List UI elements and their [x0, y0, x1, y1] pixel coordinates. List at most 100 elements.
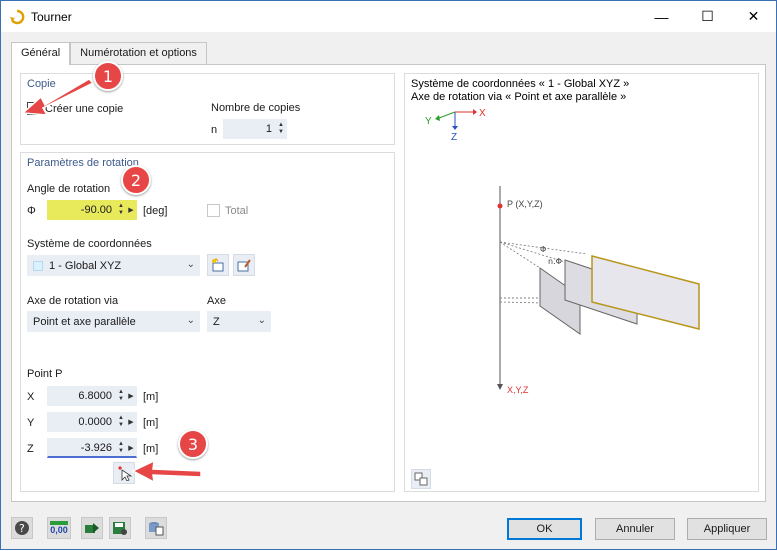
x-value: 6.8000 [78, 390, 112, 402]
y-unit: [m] [143, 417, 159, 429]
z-value: -3.926 [80, 441, 112, 454]
units-icon-text: 0,00 [50, 525, 68, 535]
units-icon: 0,00 [50, 521, 68, 535]
angle-input[interactable]: -90.00 ▲ ▼ ▶ [47, 200, 137, 220]
preview-panel: Système de coordonnées « 1 - Global XYZ … [404, 73, 759, 492]
angle-label: Angle de rotation [27, 183, 111, 195]
model-view-icon [85, 523, 99, 533]
axis-y-label: Y [425, 116, 432, 127]
point-p-marker [497, 203, 503, 209]
nphi-angle-label: n.Φ [548, 257, 562, 266]
axis-label: Axe [207, 295, 226, 307]
cancel-button[interactable]: Annuler [595, 518, 675, 540]
rotate-dialog: Tourner — ☐ ✕ Général Numérotation et op… [0, 0, 777, 550]
preview-diagram: Y X Z P (X,Y,Z) X,Y,Z Φ n.Φ [425, 108, 700, 395]
svg-text:?: ? [19, 522, 25, 535]
phi-symbol: Φ [27, 205, 36, 217]
table-icon [149, 522, 164, 536]
new-coord-system-icon [212, 258, 224, 272]
stepper-arrows-icon[interactable]: ▲ ▼ [116, 413, 126, 431]
table-button[interactable] [145, 517, 167, 539]
angle-unit: [deg] [143, 205, 168, 217]
num-copies-stepper[interactable]: 1 ▲ ▼ [223, 119, 287, 139]
y-value: 0.0000 [78, 416, 112, 428]
stepper-arrows-icon[interactable]: ▲ ▼ [116, 439, 126, 457]
save-settings-button[interactable] [109, 517, 131, 539]
axis-via-value: Point et axe parallèle [33, 315, 136, 328]
arrow-right-icon[interactable]: ▶ [126, 418, 136, 426]
units-button[interactable]: 0,00 [47, 517, 71, 539]
title-bar: Tourner — ☐ ✕ [1, 1, 776, 32]
close-icon: ✕ [747, 8, 760, 24]
preview-toggle-button[interactable] [411, 469, 431, 489]
y-label: Y [27, 417, 35, 429]
copy-group-title: Copie [27, 78, 56, 90]
close-button[interactable]: ✕ [731, 1, 776, 32]
z-unit: [m] [143, 443, 159, 455]
y-input[interactable]: 0.0000 ▲ ▼ ▶ [47, 412, 137, 432]
color-swatch [33, 260, 43, 271]
new-coord-system-button[interactable] [207, 254, 229, 276]
chevron-down-icon: ⌄ [257, 315, 266, 326]
pick-point-button[interactable] [113, 462, 135, 484]
axis-via-select[interactable]: Point et axe parallèle ⌄ [27, 311, 200, 332]
stepper-arrows-icon[interactable]: ▲ ▼ [116, 387, 126, 405]
window-title: Tourner [31, 9, 72, 24]
x-input[interactable]: 6.8000 ▲ ▼ ▶ [47, 386, 137, 406]
save-icon [113, 522, 127, 535]
axis-x-label: X [479, 108, 486, 119]
copy-group: Copie Créer une copie Nombre de copies n… [20, 73, 395, 145]
create-copy-label: Créer une copie [45, 103, 124, 115]
view-button[interactable] [81, 517, 103, 539]
point-label: Point P [27, 368, 63, 380]
edit-coord-system-button[interactable] [233, 254, 255, 276]
axis-z-label: Z [451, 132, 457, 143]
tab-numbering-options[interactable]: Numérotation et options [70, 42, 207, 64]
chevron-down-icon: ⌄ [186, 259, 195, 270]
rotated-plane [591, 255, 700, 330]
axis-bottom-label: X,Y,Z [507, 385, 529, 395]
arrow-right-icon[interactable]: ▶ [126, 444, 136, 452]
rotation-group-title: Paramètres de rotation [27, 157, 139, 169]
chevron-down-icon: ⌄ [186, 315, 195, 326]
edit-coord-system-icon [237, 259, 251, 272]
point-p-label: P (X,Y,Z) [507, 199, 543, 209]
z-label: Z [27, 443, 34, 455]
total-checkbox[interactable] [207, 204, 220, 217]
tab-general[interactable]: Général [11, 42, 71, 65]
create-copy-checkbox[interactable] [27, 102, 40, 115]
minimize-button[interactable]: — [639, 1, 684, 32]
axis-via-label: Axe de rotation via [27, 295, 119, 307]
coord-system-label: Système de coordonnées [27, 238, 152, 250]
maximize-icon: ☐ [701, 8, 714, 24]
axis-select[interactable]: Z ⌄ [207, 311, 271, 332]
maximize-button[interactable]: ☐ [685, 1, 730, 32]
x-label: X [27, 391, 35, 403]
coord-system-value: 1 - Global XYZ [49, 259, 122, 272]
ok-button[interactable]: OK [507, 518, 582, 540]
arrow-right-icon[interactable]: ▶ [126, 206, 136, 214]
pick-point-icon [118, 466, 132, 481]
help-button[interactable]: ? [11, 517, 33, 539]
help-icon: ? [15, 521, 29, 535]
stepper-arrows-icon[interactable]: ▲ ▼ [276, 120, 286, 138]
callout-2: 2 [121, 165, 151, 195]
coord-system-select[interactable]: 1 - Global XYZ ⌄ [27, 255, 200, 276]
phi-angle-label: Φ [540, 245, 546, 254]
stepper-arrows-icon[interactable]: ▲ ▼ [116, 201, 126, 219]
angle-value: -90.00 [80, 204, 112, 216]
callout-3: 3 [178, 429, 208, 459]
x-unit: [m] [143, 391, 159, 403]
num-copies-label: Nombre de copies [211, 102, 301, 114]
preview-toggle-icon [414, 472, 428, 486]
apply-button[interactable]: Appliquer [687, 518, 767, 540]
num-copies-value: 1 [265, 123, 272, 135]
tab-content: Copie Créer une copie Nombre de copies n… [11, 64, 766, 502]
callout-1: 1 [93, 61, 123, 91]
arrow-right-icon[interactable]: ▶ [126, 392, 136, 400]
z-input[interactable]: -3.926 ▲ ▼ ▶ [47, 438, 137, 458]
app-icon [10, 9, 25, 24]
n-label: n [211, 124, 218, 136]
total-label: Total [225, 205, 249, 217]
axis-value: Z [213, 315, 220, 328]
